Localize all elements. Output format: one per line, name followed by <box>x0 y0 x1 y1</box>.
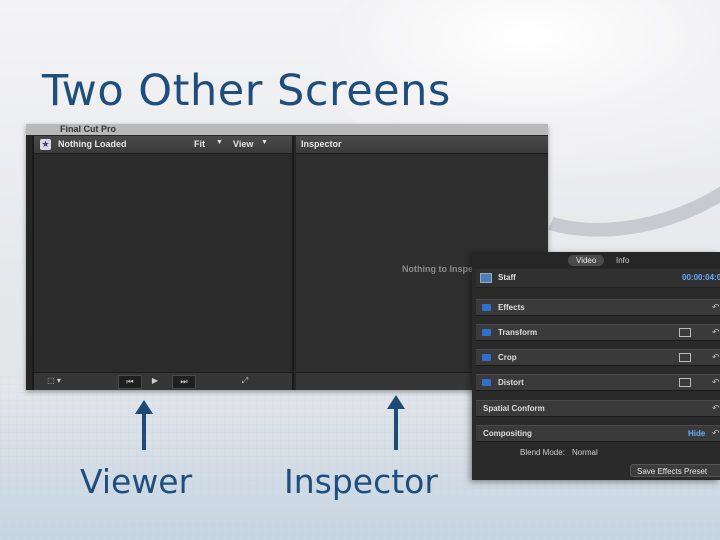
slide-title: Two Other Screens <box>42 66 451 116</box>
reset-icon[interactable]: ↶ <box>712 403 720 414</box>
clip-header: Staff 00:00:04:0 <box>476 269 720 288</box>
section-label: Crop <box>498 353 517 362</box>
section-label: Compositing <box>483 429 532 438</box>
inspector-empty-message: Nothing to Inspect <box>402 264 481 274</box>
reset-icon[interactable]: ↶ <box>712 327 720 338</box>
section-transform[interactable]: Transform ↶ <box>476 324 720 341</box>
tab-video[interactable]: Video <box>568 255 605 266</box>
blend-mode-select[interactable]: Normal <box>572 448 598 457</box>
reset-icon[interactable]: ↶ <box>712 377 720 388</box>
tab-info[interactable]: Info <box>608 255 637 266</box>
section-compositing[interactable]: Compositing Hide ↶ <box>476 425 720 442</box>
hide-toggle[interactable]: Hide <box>688 429 705 438</box>
reset-icon[interactable]: ↶ <box>712 302 720 313</box>
reset-icon[interactable]: ↶ <box>712 428 720 439</box>
app-title: Final Cut Pro <box>26 124 548 135</box>
fcp-window: Final Cut Pro ★ Nothing Loaded Fit ▼ Vie… <box>26 124 548 390</box>
chevron-down-icon[interactable]: ▼ <box>261 139 268 146</box>
viewer-header: ★ Nothing Loaded Fit ▼ View ▼ <box>34 136 292 154</box>
blend-mode-label: Blend Mode: <box>520 448 565 457</box>
chevron-down-icon[interactable]: ▼ <box>216 139 223 146</box>
transform-icon[interactable] <box>679 328 691 337</box>
clip-thumbnail-icon <box>480 273 492 283</box>
clip-name: Staff <box>498 273 516 282</box>
section-label: Transform <box>498 328 538 337</box>
clip-timecode: 00:00:04:0 <box>682 273 720 282</box>
crop-icon[interactable] <box>679 353 691 362</box>
checkbox[interactable] <box>482 304 491 311</box>
viewer-status: Nothing Loaded <box>58 139 127 149</box>
checkbox[interactable] <box>482 379 491 386</box>
transform-tool-icon[interactable]: ⬚ ▾ <box>42 375 66 387</box>
section-label: Spatial Conform <box>483 404 545 413</box>
caption-inspector: Inspector <box>284 462 438 501</box>
viewer-transport-bar: ⬚ ▾ ⏮ ▶ ⏭ ⤢ <box>34 372 292 390</box>
inspector-tabs: Video Info <box>472 252 720 268</box>
section-label: Distort <box>498 378 524 387</box>
view-menu[interactable]: View <box>233 139 253 149</box>
section-effects[interactable]: Effects ↶ <box>476 299 720 316</box>
save-effects-preset-button[interactable]: Save Effects Preset <box>630 464 720 477</box>
skip-forward-icon[interactable]: ⏭ <box>172 375 196 389</box>
fit-menu[interactable]: Fit <box>194 139 205 149</box>
checkbox[interactable] <box>482 329 491 336</box>
skip-back-icon[interactable]: ⏮ <box>118 375 142 389</box>
section-crop[interactable]: Crop ↶ <box>476 349 720 366</box>
inspector-panel: Video Info Staff 00:00:04:0 Effects ↶ Tr… <box>472 252 720 480</box>
play-icon[interactable]: ▶ <box>144 375 166 387</box>
caption-viewer: Viewer <box>80 462 193 501</box>
section-spatial-conform[interactable]: Spatial Conform ↶ <box>476 400 720 417</box>
fullscreen-icon[interactable]: ⤢ <box>234 375 256 387</box>
inspector-header: Inspector <box>296 136 548 154</box>
checkbox[interactable] <box>482 354 491 361</box>
viewer-pane: ★ Nothing Loaded Fit ▼ View ▼ ⬚ ▾ ⏮ ▶ ⏭ … <box>32 136 294 390</box>
distort-icon[interactable] <box>679 378 691 387</box>
reset-icon[interactable]: ↶ <box>712 352 720 363</box>
section-distort[interactable]: Distort ↶ <box>476 374 720 391</box>
section-label: Effects <box>498 303 525 312</box>
star-icon[interactable]: ★ <box>40 139 51 150</box>
